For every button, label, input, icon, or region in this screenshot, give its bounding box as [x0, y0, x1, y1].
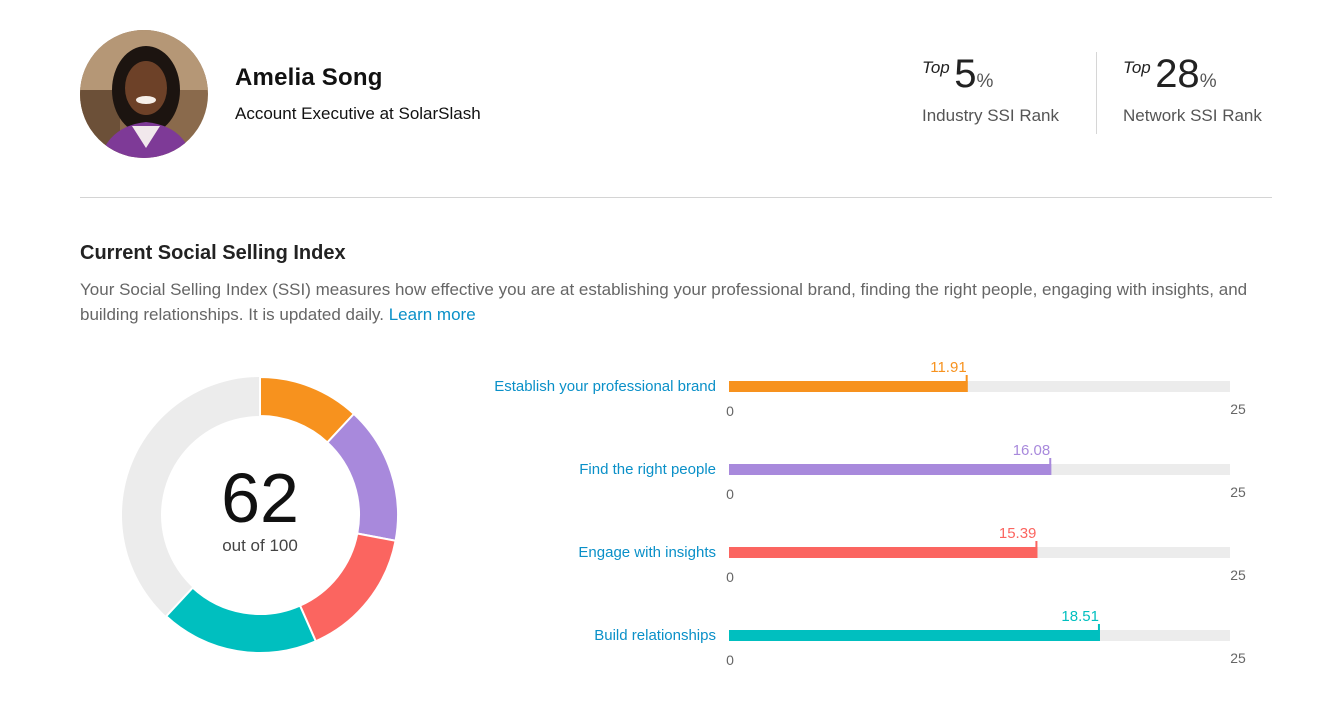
axis-max-label: 25 — [1230, 567, 1246, 583]
profile-headline: Account Executive at SolarSlash — [235, 104, 481, 123]
rank-label: Network SSI Rank — [1123, 106, 1262, 125]
ssi-component-bars: Establish your professional brand 11.91 0 2… — [440, 350, 1260, 690]
profile-name: Amelia Song — [235, 64, 383, 91]
rank-label: Industry SSI Rank — [922, 106, 1060, 125]
bar-label[interactable]: Establish your professional brand — [494, 378, 716, 395]
rank-unit: % — [976, 71, 994, 92]
bar-marker — [1035, 541, 1038, 558]
rank-prefix: Top — [922, 58, 950, 77]
bar-marker — [965, 375, 968, 392]
learn-more-link[interactable]: Learn more — [389, 305, 476, 324]
header-divider — [80, 197, 1272, 198]
ssi-score: 62 — [221, 459, 299, 537]
axis-max-label: 25 — [1230, 401, 1246, 417]
rank-prefix: Top — [1123, 58, 1151, 77]
industry-rank: Top 5% Industry SSI Rank — [922, 52, 1059, 126]
rank-value: 28 — [1155, 52, 1200, 96]
axis-min-label: 0 — [726, 403, 734, 419]
axis-max-label: 25 — [1230, 484, 1246, 500]
section-title: Current Social Selling Index — [80, 242, 346, 264]
axis-max-label: 25 — [1230, 650, 1246, 666]
bar-fill — [729, 464, 1052, 475]
bar-value: 11.91 — [930, 359, 966, 376]
bar-label[interactable]: Engage with insights — [578, 544, 716, 561]
bar-value: 15.39 — [999, 525, 1037, 542]
bar-fill — [729, 381, 968, 392]
description-text: Your Social Selling Index (SSI) measures… — [80, 280, 1248, 324]
bar-fill — [729, 630, 1100, 641]
bar-label[interactable]: Find the right people — [579, 461, 716, 478]
bar-value: 16.08 — [1013, 442, 1051, 459]
section-description: Your Social Selling Index (SSI) measures… — [80, 277, 1260, 327]
avatar-image — [80, 30, 208, 158]
bar-marker — [1097, 624, 1100, 641]
rank-unit: % — [1199, 71, 1217, 92]
bar-value: 18.51 — [1061, 608, 1099, 625]
avatar[interactable] — [80, 30, 208, 158]
donut-segment-3 — [164, 586, 318, 654]
bar-label[interactable]: Build relationships — [594, 627, 716, 644]
ssi-score-caption: out of 100 — [222, 536, 298, 555]
axis-min-label: 0 — [726, 569, 734, 585]
rank-divider — [1096, 52, 1097, 134]
bar-marker — [1049, 458, 1052, 475]
bar-fill — [729, 547, 1038, 558]
rank-value: 5 — [954, 52, 977, 96]
axis-min-label: 0 — [726, 652, 734, 668]
axis-min-label: 0 — [726, 486, 734, 502]
network-rank: Top 28% Network SSI Rank — [1123, 52, 1262, 126]
